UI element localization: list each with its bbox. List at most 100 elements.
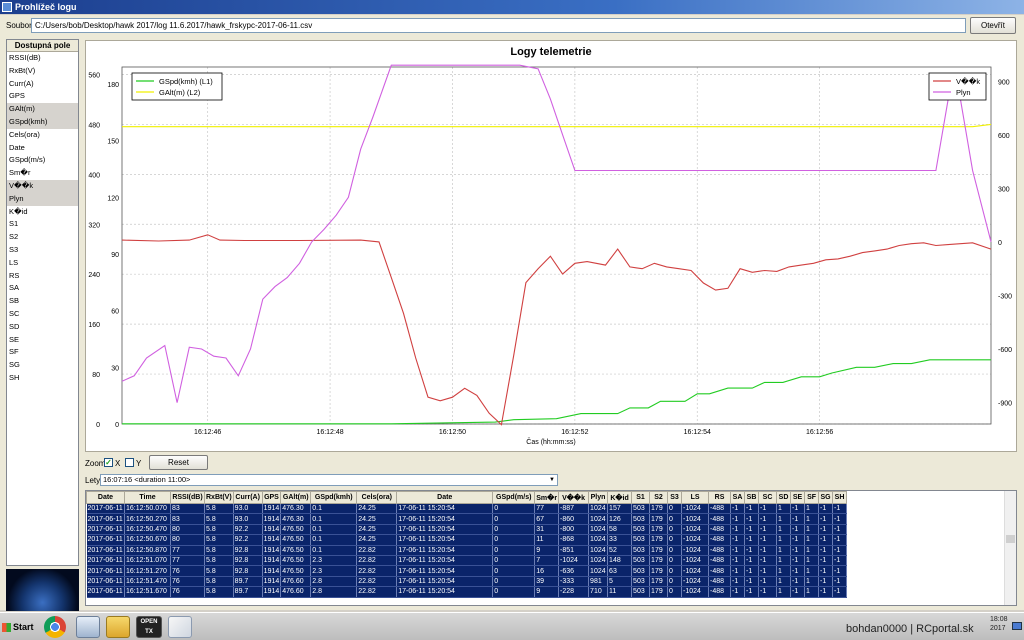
column-header[interactable]: RxBt(V): [204, 491, 234, 504]
column-header[interactable]: Cels(ora): [356, 491, 398, 504]
available-fields-list[interactable]: Dostupná pole RSSI(dB) RxBt(V) Curr(A) GPS G…: [6, 39, 79, 566]
folder-icon[interactable]: [106, 616, 130, 638]
field-item[interactable]: SF: [7, 346, 78, 359]
table-row[interactable]: 2017-06-11 16:12:50.670 80 5.8 92.2 1914 476.5…: [86, 534, 848, 546]
table-cell: 179: [649, 565, 669, 577]
table-cell: 33: [607, 534, 633, 546]
field-item[interactable]: Date: [7, 142, 78, 155]
column-header[interactable]: SD: [776, 491, 792, 504]
column-header[interactable]: S2: [649, 491, 669, 504]
table-row[interactable]: 2017-06-11 16:12:51.470 76 5.8 89.7 1914 476.6…: [86, 576, 848, 588]
zoom-y-checkbox[interactable]: [125, 458, 134, 467]
column-header[interactable]: GSpd(kmh): [310, 491, 358, 504]
column-header[interactable]: GAlt(m): [280, 491, 312, 504]
reset-button[interactable]: Reset: [149, 455, 208, 470]
table-row[interactable]: 2017-06-11 16:12:51.670 76 5.8 89.7 1914 476.6…: [86, 586, 848, 598]
action-center-icon[interactable]: [1012, 622, 1022, 630]
field-item[interactable]: GAlt(m): [7, 103, 78, 116]
table-row[interactable]: 2017-06-11 16:12:51.070 77 5.8 92.8 1914 476.5…: [86, 555, 848, 567]
column-header[interactable]: Time: [124, 491, 171, 504]
field-item[interactable]: S1: [7, 218, 78, 231]
table-cell: -1024: [681, 586, 710, 598]
file-path-input[interactable]: C:/Users/bob/Desktop/hawk 2017/log 11.6.…: [31, 18, 966, 33]
column-header[interactable]: SC: [758, 491, 778, 504]
column-header[interactable]: Plyn: [588, 491, 609, 504]
field-item[interactable]: SB: [7, 295, 78, 308]
column-header[interactable]: SA: [730, 491, 746, 504]
calculator-icon[interactable]: [76, 616, 100, 638]
column-header[interactable]: V��k: [558, 491, 590, 504]
column-header[interactable]: GPS: [261, 491, 282, 504]
column-header[interactable]: SE: [790, 491, 806, 504]
field-item[interactable]: RxBt(V): [7, 65, 78, 78]
table-cell: 1: [804, 586, 820, 598]
column-header[interactable]: SH: [832, 491, 848, 504]
field-item[interactable]: V��k: [7, 179, 78, 193]
field-item[interactable]: RSSI(dB): [7, 52, 78, 65]
field-item[interactable]: SG: [7, 359, 78, 372]
telemetry-chart[interactable]: Logy telemetrie 16:12:46 16:12:48 16:12:50 1…: [85, 40, 1017, 452]
table-cell: -1: [758, 503, 778, 515]
field-item[interactable]: Cels(ora): [7, 129, 78, 142]
field-item[interactable]: SA: [7, 282, 78, 295]
table-cell: -1024: [681, 545, 710, 556]
column-header[interactable]: S1: [631, 491, 651, 504]
start-button[interactable]: Start: [0, 615, 34, 639]
opentx-icon[interactable]: OPEN TX: [136, 616, 162, 638]
field-item[interactable]: GSpd(kmh): [7, 115, 78, 129]
column-header[interactable]: SG: [818, 491, 834, 504]
scrollbar-thumb[interactable]: [1006, 535, 1015, 543]
table-cell: 0: [492, 524, 536, 536]
field-item[interactable]: LS: [7, 257, 78, 270]
open-button[interactable]: Otevřít: [970, 17, 1016, 34]
column-header[interactable]: Sm�r: [534, 491, 560, 504]
field-item[interactable]: SD: [7, 321, 78, 334]
field-item[interactable]: RS: [7, 270, 78, 283]
table-cell: -333: [558, 576, 590, 588]
table-cell: -1: [790, 555, 806, 567]
field-item[interactable]: Sm�r: [7, 167, 78, 180]
column-header[interactable]: S3: [667, 491, 683, 504]
column-header[interactable]: RSSI(dB): [170, 491, 205, 504]
column-header[interactable]: SF: [804, 491, 820, 504]
column-header[interactable]: GSpd(m/s): [492, 491, 536, 504]
field-item[interactable]: K�id: [7, 206, 78, 219]
chevron-down-icon[interactable]: ▼: [547, 475, 557, 485]
tray-clock[interactable]: 18:08 2017: [990, 615, 1008, 633]
column-header[interactable]: SB: [744, 491, 760, 504]
field-item[interactable]: SE: [7, 334, 78, 347]
zoom-x-label: X: [115, 459, 121, 468]
table-cell: 5.8: [204, 576, 234, 588]
column-header[interactable]: K�id: [607, 491, 633, 504]
data-table-container[interactable]: Date Time RSSI(dB) RxBt(V) Curr(A) GPS GAlt(m)…: [85, 490, 1017, 606]
table-row[interactable]: 2017-06-11 16:12:50.870 77 5.8 92.8 1914 476.5…: [86, 545, 848, 556]
field-item[interactable]: SH: [7, 372, 78, 385]
table-cell: 1024: [588, 503, 609, 515]
field-item[interactable]: Curr(A): [7, 78, 78, 91]
paint-icon[interactable]: [168, 616, 192, 638]
field-item[interactable]: S2: [7, 231, 78, 244]
field-item[interactable]: GSpd(m/s): [7, 154, 78, 167]
table-row[interactable]: 2017-06-11 16:12:50.470 80 5.8 92.2 1914 476.5…: [86, 524, 848, 536]
table-cell: 0: [667, 534, 683, 546]
table-row[interactable]: 2017-06-11 16:12:50.070 83 5.8 93.0 1914 476.3…: [86, 503, 848, 515]
table-vertical-scrollbar[interactable]: [1004, 491, 1016, 605]
flights-select[interactable]: 16:07:16 <duration 11:00> ▼: [100, 474, 558, 486]
table-cell: 503: [631, 503, 651, 515]
chrome-icon[interactable]: [44, 616, 66, 638]
table-cell: -1024: [681, 513, 710, 525]
column-header[interactable]: Curr(A): [232, 491, 263, 504]
field-item[interactable]: SC: [7, 308, 78, 321]
column-header[interactable]: Date: [396, 491, 494, 504]
zoom-x-checkbox[interactable]: ✓: [104, 458, 113, 467]
field-item[interactable]: Plyn: [7, 192, 78, 206]
column-header[interactable]: Date: [86, 491, 125, 504]
column-header[interactable]: RS: [708, 491, 732, 504]
column-header[interactable]: LS: [681, 491, 710, 504]
table-cell: 16:12:50.270: [124, 513, 171, 525]
field-item[interactable]: GPS: [7, 90, 78, 103]
field-item[interactable]: S3: [7, 244, 78, 257]
table-cell: -1: [790, 503, 806, 515]
table-row[interactable]: 2017-06-11 16:12:51.270 76 5.8 92.8 1914 476.5…: [86, 565, 848, 577]
table-row[interactable]: 2017-06-11 16:12:50.270 83 5.8 93.0 1914 476.3…: [86, 513, 848, 525]
